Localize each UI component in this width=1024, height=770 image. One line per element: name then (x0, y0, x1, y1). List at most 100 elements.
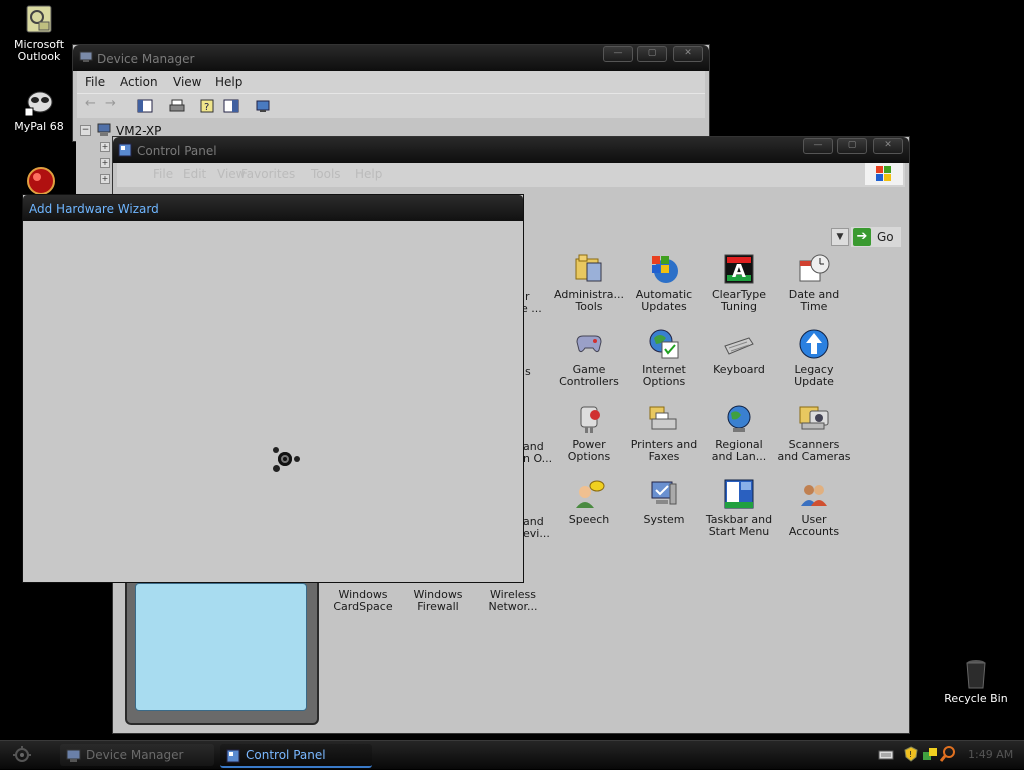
back-arrow-icon[interactable]: ← (85, 96, 101, 112)
scanners-cameras-icon (798, 403, 830, 435)
cp-item-label: Keyboard (713, 363, 765, 376)
close-button[interactable]: ✕ (873, 138, 903, 154)
cp-item-windows-cardspace[interactable]: Windows CardSpace (325, 589, 401, 613)
system-icon (648, 478, 680, 510)
cp-item-system[interactable]: System (626, 478, 702, 526)
tree-expand-icon[interactable]: + (100, 158, 110, 168)
search-tray-icon[interactable] (939, 746, 956, 765)
date-time-icon (798, 253, 830, 285)
address-dropdown-button[interactable]: ▼ (831, 228, 849, 246)
partial-item-label: s (525, 365, 531, 378)
security-shield-icon[interactable]: ! (904, 746, 918, 765)
cp-item-internet-options[interactable]: Internet Options (626, 328, 702, 388)
automatic-updates-icon (648, 253, 680, 285)
cp-item-user-accounts[interactable]: User Accounts (776, 478, 852, 538)
properties-help-icon[interactable]: ? (199, 98, 215, 114)
desktop-icon-label: MyPal 68 (14, 120, 64, 133)
cp-item-label: Internet Options (642, 363, 686, 388)
recycle-bin-icon (960, 658, 992, 690)
taskbar-button-control-panel[interactable]: Control Panel (220, 744, 372, 768)
minimize-button[interactable]: — (803, 138, 833, 154)
address-input[interactable] (517, 227, 847, 245)
windows-logo-icon (865, 163, 903, 185)
taskbar-button-label: Device Manager (86, 748, 184, 762)
taskbar-button-device-manager[interactable]: Device Manager (60, 744, 214, 766)
control-panel-icon (226, 748, 240, 770)
cp-item-power-options[interactable]: Power Options (551, 403, 627, 463)
menu-favorites[interactable]: Favorites (241, 167, 295, 181)
keyboard-tray-icon[interactable] (878, 749, 894, 764)
desktop-icon-recycle-bin[interactable]: Recycle Bin (938, 658, 1014, 705)
partial-item-label: e ... (521, 302, 542, 315)
cp-item-regional-language[interactable]: Regional and Lan... (701, 403, 777, 463)
tree-expand-icon[interactable]: + (100, 174, 110, 184)
menu-help[interactable]: Help (355, 167, 382, 181)
menu-help[interactable]: Help (215, 75, 242, 89)
cp-item-speech[interactable]: Speech (551, 478, 627, 526)
wizard-titlebar[interactable]: Add Hardware Wizard (23, 195, 523, 221)
device-manager-icon (66, 748, 82, 770)
taskbar-start-menu-icon (723, 478, 755, 510)
cp-item-legacy-update[interactable]: Legacy Update (776, 328, 852, 388)
menu-file[interactable]: File (85, 75, 105, 89)
cp-item-windows-firewall[interactable]: Windows Firewall (400, 589, 476, 613)
cp-item-label: Administra... Tools (554, 288, 624, 313)
cp-item-label: Date and Time (788, 288, 840, 313)
menu-bar: File Action View Help (77, 71, 705, 93)
go-button[interactable]: ➔ Go (851, 227, 901, 247)
details-preview-pane (125, 575, 319, 725)
forward-arrow-icon[interactable]: → (105, 96, 121, 112)
cp-item-wireless-network[interactable]: Wireless Networ... (475, 589, 551, 613)
svg-text:?: ? (204, 102, 209, 113)
cp-item-label: Wireless Networ... (488, 588, 538, 613)
start-button[interactable] (4, 743, 40, 767)
speech-icon (573, 478, 605, 510)
cp-item-label: System (643, 513, 685, 526)
show-hide-tree-icon[interactable] (137, 98, 153, 114)
cp-item-scanners-cameras[interactable]: Scanners and Cameras (776, 403, 852, 463)
cp-item-keyboard[interactable]: Keyboard (701, 328, 777, 376)
cp-item-label: User Accounts (788, 513, 840, 538)
desktop-icon-mypal[interactable]: MyPal 68 (4, 86, 74, 133)
network-tray-icon[interactable] (922, 746, 938, 765)
cp-item-automatic-updates[interactable]: Automatic Updates (626, 253, 702, 313)
printers-faxes-icon (648, 403, 680, 435)
desktop-icon-outlook[interactable]: Microsoft Outlook (4, 4, 74, 63)
cp-item-label: ClearType Tuning (711, 288, 767, 313)
tree-collapse-icon[interactable]: − (80, 125, 91, 136)
cp-item-printers-faxes[interactable]: Printers and Faxes (626, 403, 702, 463)
tree-expand-icon[interactable]: + (100, 142, 110, 152)
cp-item-label: Speech (568, 513, 610, 526)
cp-item-taskbar-start-menu[interactable]: Taskbar and Start Menu (701, 478, 777, 538)
desktop-icon-label: Recycle Bin (944, 692, 1008, 705)
cp-item-game-controllers[interactable]: Game Controllers (551, 328, 627, 388)
cp-item-date-time[interactable]: Date and Time (776, 253, 852, 313)
partial-item-label: evi... (523, 527, 550, 540)
window-title: Control Panel (137, 144, 217, 158)
device-manager-icon (79, 51, 93, 63)
clock[interactable]: 1:49 AM (968, 748, 1013, 761)
print-icon[interactable] (169, 98, 185, 114)
action-pane-icon[interactable] (223, 98, 239, 114)
cp-item-label: Game Controllers (559, 363, 619, 388)
maximize-button[interactable]: ▢ (837, 138, 867, 154)
go-arrow-icon: ➔ (853, 228, 871, 246)
maximize-button[interactable]: ▢ (637, 46, 667, 62)
device-manager-titlebar[interactable]: Device Manager — ▢ ✕ (73, 45, 709, 71)
computer-icon (96, 123, 112, 140)
control-panel-titlebar[interactable]: Control Panel — ▢ ✕ (113, 137, 909, 163)
cp-item-label: Windows Firewall (413, 588, 463, 613)
internet-options-icon (648, 328, 680, 360)
cp-item-administrative-tools[interactable]: Administra... Tools (551, 253, 627, 313)
close-button[interactable]: ✕ (673, 46, 703, 62)
add-hardware-wizard-window: Add Hardware Wizard (22, 194, 524, 583)
menu-edit[interactable]: Edit (183, 167, 206, 181)
svg-text:!: ! (909, 750, 912, 759)
cp-item-cleartype-tuning[interactable]: A ClearType Tuning (701, 253, 777, 313)
menu-view[interactable]: View (173, 75, 201, 89)
scan-hardware-icon[interactable] (255, 98, 271, 114)
menu-tools[interactable]: Tools (311, 167, 341, 181)
menu-action[interactable]: Action (120, 75, 158, 89)
menu-file[interactable]: File (153, 167, 173, 181)
minimize-button[interactable]: — (603, 46, 633, 62)
